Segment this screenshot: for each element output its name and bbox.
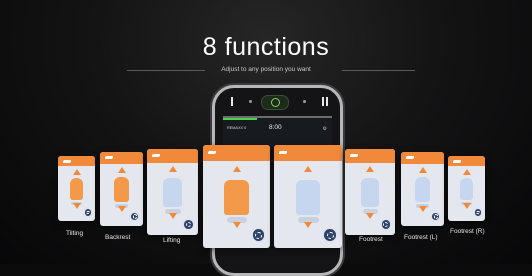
indicator-dot <box>249 100 252 103</box>
screen-time: 8:00 <box>269 124 282 131</box>
seat-illustration <box>361 178 379 208</box>
function-card-4[interactable] <box>203 145 270 248</box>
fan-icon[interactable] <box>472 207 483 218</box>
arrow-up-icon[interactable] <box>418 166 427 173</box>
pause-icon[interactable] <box>231 97 233 106</box>
arrow-down-icon[interactable] <box>418 205 427 212</box>
arrow-down-icon[interactable] <box>232 222 241 229</box>
fan-icon[interactable] <box>182 218 195 231</box>
arrow-down-icon[interactable] <box>72 202 81 209</box>
card-header <box>448 156 485 167</box>
seat-illustration <box>414 177 431 203</box>
function-label: Height <box>225 240 244 247</box>
card-header <box>401 152 444 164</box>
function-card-3[interactable] <box>147 149 198 235</box>
function-card-7[interactable] <box>401 152 444 226</box>
card-header <box>345 149 395 163</box>
logo-icon <box>453 159 461 163</box>
function-label: Footrest <box>359 236 383 243</box>
arrow-up-icon[interactable] <box>232 165 241 172</box>
arrow-up-icon[interactable] <box>117 166 126 173</box>
seat-illustration <box>163 178 182 208</box>
logo-icon <box>350 154 358 158</box>
arrow-up-icon[interactable] <box>304 165 312 172</box>
logo-icon <box>105 156 113 160</box>
arrow-up-icon[interactable] <box>366 166 374 173</box>
function-label: Footrest (L) <box>404 234 438 241</box>
logo-icon <box>152 154 160 158</box>
logo-icon <box>406 156 414 160</box>
function-label: Seat <box>301 240 315 247</box>
function-card-2[interactable] <box>100 152 143 226</box>
logo-icon <box>279 151 287 155</box>
card-header <box>203 145 270 162</box>
arrow-up-icon[interactable] <box>72 169 81 175</box>
stage: 8 functions Adjust to any position you w… <box>0 0 532 276</box>
divider-right <box>342 70 415 71</box>
seat-illustration <box>459 178 474 201</box>
arrow-down-icon[interactable] <box>168 212 177 219</box>
phone-controls <box>223 94 332 110</box>
page-title: 8 functions <box>202 33 330 61</box>
seat-illustration <box>113 177 130 203</box>
card-header <box>147 149 198 163</box>
fan-icon[interactable] <box>129 211 141 223</box>
card-header <box>58 156 95 167</box>
function-label: Tilting <box>66 230 84 237</box>
arrow-down-icon[interactable] <box>304 222 312 229</box>
function-card-1[interactable] <box>58 156 95 221</box>
page-subtitle: Adjust to any position you want <box>221 66 311 73</box>
fan-icon[interactable] <box>379 218 392 231</box>
card-header <box>100 152 143 164</box>
indicator-dot <box>303 100 306 103</box>
settings-icon[interactable]: ⚙ <box>323 126 327 132</box>
logo-icon <box>208 151 216 155</box>
arrow-up-icon[interactable] <box>168 166 177 173</box>
function-label: Lifting <box>163 237 181 244</box>
function-card-8[interactable] <box>448 156 485 221</box>
seat-illustration <box>295 180 321 216</box>
screen-label: REMAXX 0 <box>227 126 247 130</box>
function-card-5[interactable] <box>274 145 342 248</box>
fan-icon[interactable] <box>430 211 442 223</box>
power-icon <box>271 98 280 107</box>
seat-illustration <box>224 180 249 216</box>
arrow-down-icon[interactable] <box>366 212 374 219</box>
fan-icon[interactable] <box>322 227 338 243</box>
power-button[interactable] <box>261 95 289 110</box>
seat-illustration <box>69 178 84 201</box>
card-header <box>274 145 342 162</box>
function-label: Footrest (R) <box>450 228 485 235</box>
arrow-up-icon[interactable] <box>462 169 471 175</box>
phone-screen: REMAXX 0 8:00 ⚙ <box>223 116 332 148</box>
function-label: Backrest <box>105 234 131 241</box>
function-card-6[interactable] <box>345 149 395 235</box>
status-bar <box>223 118 257 120</box>
arrow-down-icon[interactable] <box>117 205 126 212</box>
fan-icon[interactable] <box>82 207 93 218</box>
arrow-down-icon[interactable] <box>462 202 471 209</box>
fan-icon[interactable] <box>250 227 266 243</box>
logo-icon <box>63 159 71 163</box>
menu-icon[interactable] <box>322 97 324 106</box>
